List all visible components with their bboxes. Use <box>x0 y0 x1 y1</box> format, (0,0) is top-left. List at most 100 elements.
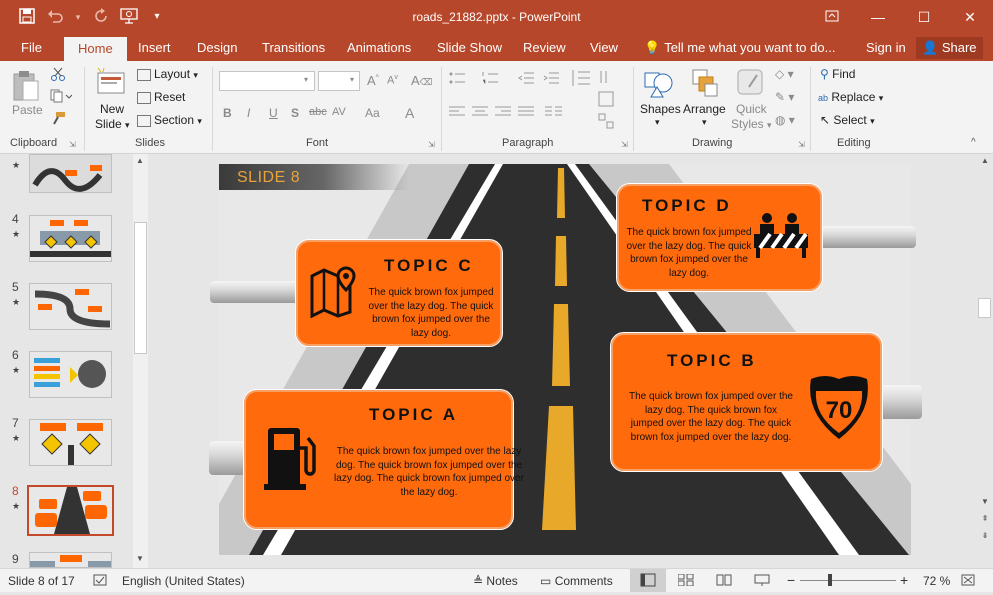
slide-thumbnail-4[interactable] <box>29 215 112 262</box>
reset-button[interactable]: Reset <box>137 90 185 104</box>
arrange-button[interactable]: Arrange <box>683 102 726 116</box>
zoom-in-button[interactable]: + <box>900 572 908 588</box>
tell-me-search[interactable]: 💡 Tell me what you want to do... <box>644 40 835 56</box>
underline-button[interactable]: U <box>269 106 278 120</box>
next-slide-icon[interactable]: ⇟ <box>978 531 992 540</box>
share-button[interactable]: 👤 Share <box>916 37 983 59</box>
spell-check-icon[interactable] <box>93 574 107 589</box>
align-text-icon[interactable] <box>598 91 614 110</box>
select-button[interactable]: ↖ Select ▾ <box>820 113 875 127</box>
font-name-field[interactable] <box>219 71 315 91</box>
align-right-icon[interactable] <box>495 106 511 121</box>
cut-icon[interactable] <box>50 67 66 84</box>
copy-icon[interactable] <box>50 89 73 106</box>
tab-home[interactable]: Home <box>64 37 127 61</box>
zoom-slider-thumb[interactable] <box>828 574 832 586</box>
comments-button[interactable]: ▭ Comments <box>540 574 613 588</box>
shape-effects-icon[interactable]: ◍ ▾ <box>775 113 795 127</box>
new-slide-label-2[interactable]: Slide ▾ <box>95 117 130 131</box>
slide-thumbnail-3[interactable] <box>29 154 112 193</box>
tab-design[interactable]: Design <box>197 40 237 55</box>
slide-thumbnail-6[interactable] <box>29 351 112 398</box>
arrange-icon[interactable] <box>689 67 721 99</box>
decrease-indent-icon[interactable] <box>518 71 534 88</box>
tab-animations[interactable]: Animations <box>347 40 411 55</box>
notes-button[interactable]: ≜ Notes <box>473 574 518 588</box>
quick-styles-label-2[interactable]: Styles ▾ <box>731 117 772 131</box>
bold-button[interactable]: B <box>223 106 232 120</box>
scroll-down-icon[interactable]: ▼ <box>133 554 147 563</box>
layout-button[interactable]: Layout ▾ <box>137 67 198 81</box>
drawing-launcher-icon[interactable]: ⇲ <box>798 140 805 149</box>
shapes-icon[interactable] <box>643 67 675 99</box>
line-spacing-icon[interactable] <box>570 69 590 90</box>
justify-icon[interactable] <box>518 106 534 121</box>
thumbnail-scroll-thumb[interactable] <box>134 222 147 354</box>
paste-icon[interactable] <box>12 69 40 103</box>
shape-fill-icon[interactable]: ◇ ▾ <box>775 67 794 81</box>
slide-thumbnail-8-selected[interactable] <box>27 485 114 536</box>
tab-slideshow[interactable]: Slide Show <box>437 40 502 55</box>
scroll-up-icon[interactable]: ▲ <box>133 156 147 165</box>
fit-slide-icon[interactable] <box>961 574 975 589</box>
replace-button[interactable]: ab Replace ▾ <box>818 90 883 104</box>
sign-in-link[interactable]: Sign in <box>866 40 906 55</box>
clipboard-launcher-icon[interactable]: ⇲ <box>69 140 76 149</box>
slide-thumbnail-7[interactable] <box>29 419 112 466</box>
ribbon-display-icon[interactable] <box>809 0 855 34</box>
shape-outline-icon[interactable]: ✎ ▾ <box>775 90 794 104</box>
change-case-button[interactable]: Aa <box>365 106 380 120</box>
shapes-dropdown-icon[interactable]: ▾ <box>655 117 660 128</box>
zoom-slider[interactable] <box>800 580 896 581</box>
font-color-button[interactable]: A <box>405 105 414 121</box>
tab-review[interactable]: Review <box>523 40 566 55</box>
slide-scrollbar[interactable]: ▲ ▼ ⇞ ⇟ <box>976 154 993 568</box>
font-size-dropdown-icon[interactable]: ▾ <box>350 75 354 84</box>
align-left-icon[interactable] <box>449 106 465 121</box>
align-center-icon[interactable] <box>472 106 488 121</box>
section-button[interactable]: Section ▾ <box>137 113 202 127</box>
grow-font-icon[interactable]: A^ <box>367 73 379 88</box>
topic-b-card[interactable]: TOPIC B The quick brown fox jumped over … <box>610 332 883 472</box>
quick-styles-label-1[interactable]: Quick <box>736 102 767 116</box>
italic-button[interactable]: I <box>247 106 250 120</box>
shapes-button[interactable]: Shapes <box>640 102 681 116</box>
minimize-icon[interactable]: — <box>855 0 901 34</box>
char-spacing-button[interactable]: AV <box>332 106 346 118</box>
quick-styles-icon[interactable] <box>735 67 767 99</box>
thumbnail-scrollbar[interactable]: ▲ ▼ <box>133 154 148 568</box>
new-slide-icon[interactable] <box>95 67 127 96</box>
tab-view[interactable]: View <box>590 40 618 55</box>
paste-button[interactable]: Paste <box>12 103 43 117</box>
tab-insert[interactable]: Insert <box>138 40 171 55</box>
zoom-level[interactable]: 72 % <box>923 574 950 588</box>
slide-thumbnail-5[interactable] <box>29 283 112 330</box>
slideshow-icon[interactable] <box>754 574 770 589</box>
previous-slide-icon[interactable]: ⇞ <box>978 514 992 523</box>
new-slide-label-1[interactable]: New <box>100 102 124 116</box>
clear-format-icon[interactable]: A⌫ <box>411 73 432 88</box>
numbering-icon[interactable] <box>482 71 504 88</box>
increase-indent-icon[interactable] <box>543 71 559 88</box>
collapse-ribbon-icon[interactable]: ^ <box>971 137 976 148</box>
tab-transitions[interactable]: Transitions <box>262 40 325 55</box>
arrange-dropdown-icon[interactable]: ▾ <box>702 117 707 128</box>
maximize-icon[interactable]: ☐ <box>901 0 947 34</box>
slide-scroll-thumb[interactable] <box>978 298 991 318</box>
zoom-out-button[interactable]: − <box>787 572 795 588</box>
topic-a-card[interactable]: TOPIC A The quick brown fox jumped over … <box>243 389 524 530</box>
topic-d-card[interactable]: TOPIC D The quick brown fox jumped over … <box>616 183 823 292</box>
tab-file[interactable]: File <box>21 40 42 55</box>
paragraph-launcher-icon[interactable]: ⇲ <box>621 140 628 149</box>
columns-icon[interactable] <box>545 106 567 121</box>
close-icon[interactable]: ✕ <box>947 0 993 34</box>
topic-c-card[interactable]: TOPIC C The quick brown fox jumped over … <box>295 239 503 347</box>
scroll-up-icon[interactable]: ▲ <box>978 156 992 165</box>
shadow-button[interactable]: S <box>291 106 299 120</box>
font-name-dropdown-icon[interactable]: ▾ <box>304 75 308 84</box>
slide-thumbnail-9[interactable] <box>29 552 112 568</box>
normal-view-button[interactable] <box>630 569 666 592</box>
scroll-down-icon[interactable]: ▼ <box>978 497 992 506</box>
find-button[interactable]: ⚲ Find <box>820 67 855 81</box>
bullets-icon[interactable] <box>449 71 471 88</box>
